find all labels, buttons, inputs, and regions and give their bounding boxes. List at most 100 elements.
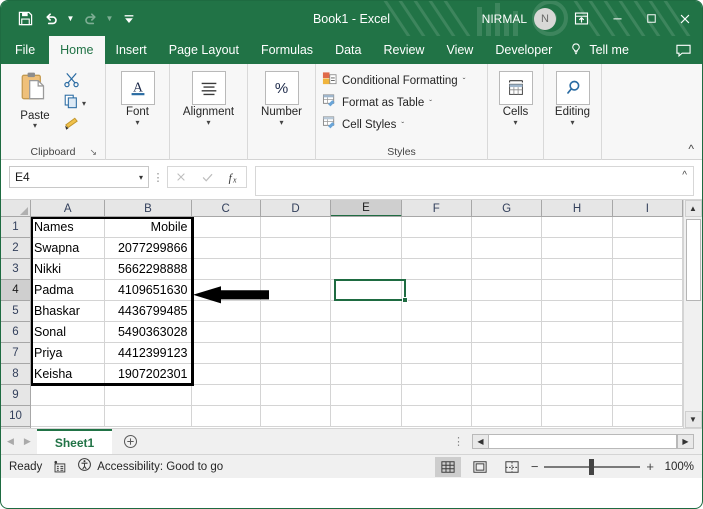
close-icon[interactable] xyxy=(668,1,702,36)
paste-button[interactable]: Paste ▾ xyxy=(7,68,63,130)
horizontal-scrollbar[interactable]: ◀ ▶ xyxy=(472,429,702,454)
cell-B8[interactable]: 1907202301 xyxy=(105,364,192,385)
hscroll-left-icon[interactable]: ◀ xyxy=(472,434,489,449)
cell-F6[interactable] xyxy=(401,322,472,343)
cell-H8[interactable] xyxy=(542,364,613,385)
font-caret-icon[interactable]: ▾ xyxy=(135,119,139,127)
number-group-button[interactable]: % Number ▾ xyxy=(254,68,309,127)
cells-caret-icon[interactable]: ▾ xyxy=(513,119,517,127)
save-icon[interactable] xyxy=(13,7,37,31)
row-header-3[interactable]: 3 xyxy=(1,259,30,280)
collapse-ribbon-icon[interactable]: ^ xyxy=(688,142,694,156)
horizontal-scroll-track[interactable] xyxy=(489,434,677,449)
cell-D8[interactable] xyxy=(260,364,332,385)
editing-group-button[interactable]: Editing ▾ xyxy=(550,68,595,127)
cell-F7[interactable] xyxy=(401,343,472,364)
cell-C9[interactable] xyxy=(191,385,261,406)
cell-I3[interactable] xyxy=(612,259,683,280)
cell-D6[interactable] xyxy=(260,322,332,343)
cell-styles-button[interactable]: Cell Styles ˇ xyxy=(322,115,465,135)
column-header-I[interactable]: I xyxy=(613,200,683,216)
cell-F9[interactable] xyxy=(401,385,472,406)
cell-A4[interactable]: Padma xyxy=(31,280,106,301)
zoom-track[interactable] xyxy=(544,458,641,475)
cell-D2[interactable] xyxy=(260,238,332,259)
cell-A10[interactable] xyxy=(31,406,106,427)
cell-H4[interactable] xyxy=(542,280,613,301)
avatar[interactable]: N xyxy=(534,7,556,30)
row-header-10[interactable]: 10 xyxy=(1,406,30,427)
cell-B7[interactable]: 4412399123 xyxy=(105,343,192,364)
clipboard-dialog-launcher-icon[interactable]: ↘ xyxy=(89,147,97,158)
conditional-formatting-button[interactable]: Conditional Formatting ˇ xyxy=(322,71,465,91)
cell-F10[interactable] xyxy=(401,406,472,427)
format-painter-button[interactable] xyxy=(63,115,86,136)
cell-D4[interactable] xyxy=(260,280,332,301)
cell-B3[interactable]: 5662298888 xyxy=(105,259,192,280)
row-header-2[interactable]: 2 xyxy=(1,238,30,259)
format-as-table-button[interactable]: Format as Table ˇ xyxy=(322,93,465,113)
cell-I10[interactable] xyxy=(612,406,683,427)
copy-caret-icon[interactable]: ▾ xyxy=(82,99,86,108)
cell-C2[interactable] xyxy=(191,238,261,259)
cell-D7[interactable] xyxy=(260,343,332,364)
column-header-H[interactable]: H xyxy=(542,200,613,216)
cell-C5[interactable] xyxy=(191,301,261,322)
font-group-button[interactable]: A Font ▾ xyxy=(112,68,163,127)
cell-B5[interactable]: 4436799485 xyxy=(105,301,192,322)
column-header-E[interactable]: E xyxy=(331,200,402,216)
column-header-G[interactable]: G xyxy=(472,200,543,216)
cell-I9[interactable] xyxy=(612,385,683,406)
cell-C3[interactable] xyxy=(191,259,261,280)
cell-styles-caret-icon[interactable]: ˇ xyxy=(401,121,404,130)
cell-E6[interactable] xyxy=(331,322,402,343)
cell-G7[interactable] xyxy=(471,343,543,364)
cell-E5[interactable] xyxy=(331,301,402,322)
row-header-9[interactable]: 9 xyxy=(1,385,30,406)
cell-D5[interactable] xyxy=(260,301,332,322)
cell-E8[interactable] xyxy=(331,364,402,385)
cell-H1[interactable] xyxy=(542,217,613,238)
column-header-A[interactable]: A xyxy=(31,200,106,216)
row-header-1[interactable]: 1 xyxy=(1,217,30,238)
cell-E4[interactable] xyxy=(331,280,402,301)
normal-view-button[interactable] xyxy=(434,456,461,477)
cell-H3[interactable] xyxy=(542,259,613,280)
cell-A2[interactable]: Swapna xyxy=(31,238,106,259)
cell-C8[interactable] xyxy=(191,364,261,385)
expand-formula-bar-icon[interactable]: ^ xyxy=(682,170,687,181)
alignment-group-button[interactable]: Alignment ▾ xyxy=(176,68,241,127)
cell-I6[interactable] xyxy=(612,322,683,343)
row-header-8[interactable]: 8 xyxy=(1,364,30,385)
cell-I7[interactable] xyxy=(612,343,683,364)
scroll-up-icon[interactable]: ▲ xyxy=(684,200,702,217)
sheet-next-icon[interactable]: ▶ xyxy=(24,436,31,447)
name-box-caret-icon[interactable]: ▾ xyxy=(139,173,143,182)
cell-F4[interactable] xyxy=(401,280,472,301)
select-all-corner[interactable] xyxy=(1,200,31,217)
tell-me-button[interactable]: Tell me xyxy=(563,36,629,64)
cell-E1[interactable] xyxy=(331,217,402,238)
format-as-table-caret-icon[interactable]: ˇ xyxy=(429,99,432,108)
insert-function-icon[interactable]: f x xyxy=(220,167,246,187)
cell-D9[interactable] xyxy=(260,385,332,406)
cell-H6[interactable] xyxy=(542,322,613,343)
cell-F8[interactable] xyxy=(401,364,472,385)
sheet-tab-sheet1[interactable]: Sheet1 xyxy=(36,429,113,454)
cell-C6[interactable] xyxy=(191,322,261,343)
zoom-level-label[interactable]: 100% xyxy=(660,461,694,473)
cell-I2[interactable] xyxy=(612,238,683,259)
cell-B9[interactable] xyxy=(105,385,192,406)
cell-H5[interactable] xyxy=(542,301,613,322)
maximize-icon[interactable] xyxy=(634,1,668,36)
zoom-slider[interactable]: − + xyxy=(531,458,654,475)
cell-B4[interactable]: 4109651630 xyxy=(105,280,192,301)
cell-C1[interactable] xyxy=(191,217,261,238)
cell-F2[interactable] xyxy=(401,238,472,259)
cell-B10[interactable] xyxy=(105,406,192,427)
cell-area[interactable]: Names Mobile Swapna 2077299866 Nikki 56622988… xyxy=(31,217,683,428)
cell-F1[interactable] xyxy=(401,217,472,238)
tab-view[interactable]: View xyxy=(435,36,484,64)
cell-F3[interactable] xyxy=(401,259,472,280)
tab-developer[interactable]: Developer xyxy=(484,36,563,64)
